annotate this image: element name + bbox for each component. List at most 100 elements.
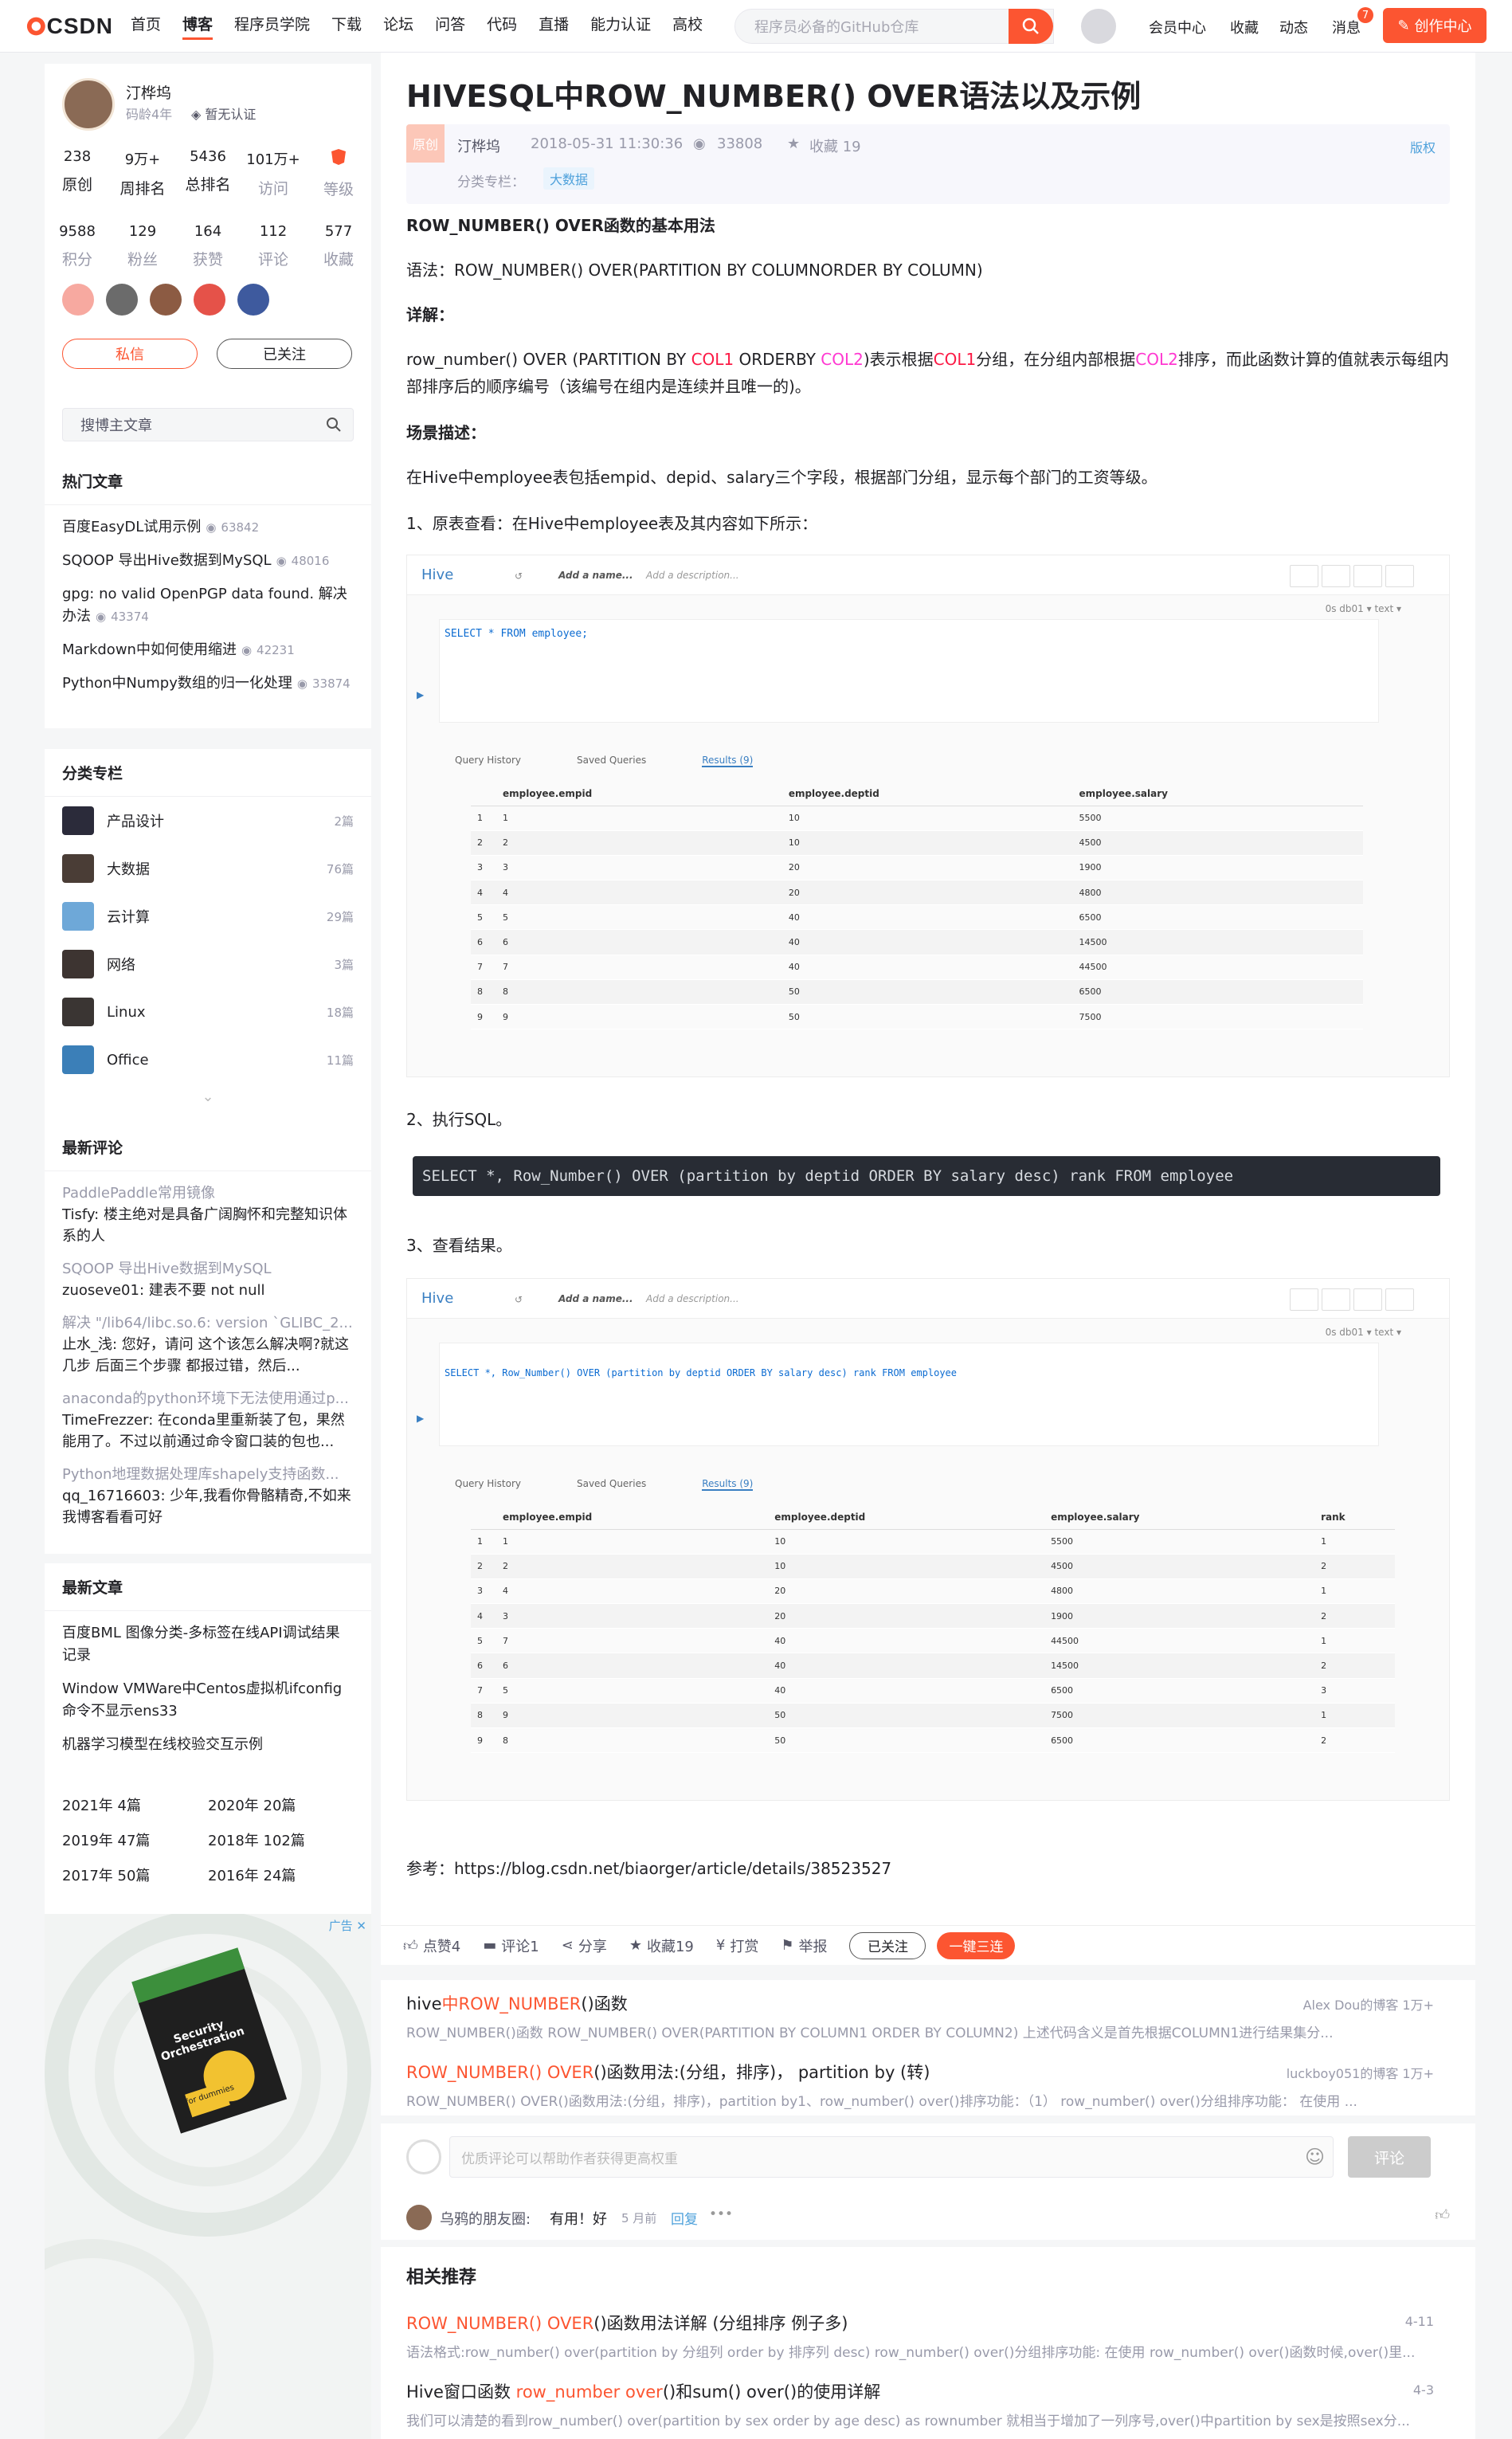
share-button[interactable]: ⋖ 分享 xyxy=(562,1935,607,1956)
nav-item-blog[interactable]: 博客 xyxy=(182,13,213,40)
hot-article-title[interactable]: 百度EasyDL试用示例 xyxy=(62,519,201,535)
nav-favorites[interactable]: 收藏 xyxy=(1230,17,1259,37)
comment-article[interactable]: PaddlePaddle常用镜像 xyxy=(62,1182,354,1204)
related-title[interactable]: hive中ROW_NUMBER()函数 xyxy=(406,1991,1450,2015)
create-center-button[interactable]: ✎ 创作中心 xyxy=(1383,8,1487,43)
csdn-app-icon[interactable] xyxy=(1081,9,1116,44)
commenter-name[interactable]: 乌鸦的朋友圈: xyxy=(440,2208,531,2229)
follow-button[interactable]: 已关注 xyxy=(217,339,352,369)
comment-item[interactable]: anaconda的python环境下无法使用通过p... TimeFrezzer:… xyxy=(45,1388,371,1453)
ad-banner[interactable]: Security Orchestration for dummies 广告 ✕ xyxy=(45,1914,371,2439)
badge-icon[interactable] xyxy=(237,284,269,316)
comment-article[interactable]: Python地理数据处理库shapely支持函数... xyxy=(62,1464,354,1485)
nav-item-download[interactable]: 下载 xyxy=(331,13,362,40)
stat-level[interactable]: 等级 xyxy=(306,148,371,199)
nav-item-qa[interactable]: 问答 xyxy=(435,13,465,40)
nav-item-cert[interactable]: 能力认证 xyxy=(590,13,651,40)
hot-article-title[interactable]: Python中Numpy数组的归一化处理 xyxy=(62,675,292,692)
recent-article-item[interactable]: 百度BML 图像分类-多标签在线API调试结果记录 xyxy=(45,1622,371,1667)
related-title[interactable]: Hive窗口函数 row_number over()和sum() over()的… xyxy=(406,2379,1450,2403)
chevron-down-icon[interactable]: ⌄ xyxy=(45,1088,371,1105)
article-favorites[interactable]: 收藏 19 xyxy=(809,135,861,156)
category-item[interactable]: 云计算 29篇 xyxy=(45,892,371,940)
comment-item[interactable]: Python地理数据处理库shapely支持函数... qq_16716603: … xyxy=(45,1464,371,1528)
category-item[interactable]: Office 11篇 xyxy=(45,1036,371,1084)
recent-article-item[interactable]: 机器学习模型在线校验交互示例 xyxy=(45,1734,371,1756)
archive-item[interactable]: 2017年 50篇 xyxy=(62,1865,208,1885)
author-name[interactable]: 汀桦坞 xyxy=(126,81,171,103)
submit-comment-button[interactable]: 评论 xyxy=(1348,2136,1431,2178)
comment-item[interactable]: SQOOP 导出Hive数据到MySQL zuoseve01: 建表不要 not … xyxy=(45,1258,371,1301)
author-avatar[interactable] xyxy=(62,78,115,131)
nav-item-academy[interactable]: 程序员学院 xyxy=(234,13,310,40)
badge-icon[interactable] xyxy=(106,284,138,316)
emoji-icon[interactable]: ☺ xyxy=(1305,2146,1325,2168)
more-icon[interactable]: ••• xyxy=(709,2206,733,2222)
nav-vip-center[interactable]: 会员中心 xyxy=(1149,17,1206,37)
report-button[interactable]: ⚑ 举报 xyxy=(781,1935,827,1956)
hot-article-title[interactable]: SQOOP 导出Hive数据到MySQL xyxy=(62,552,272,569)
hot-article-item[interactable]: SQOOP 导出Hive数据到MySQL ◉ 48016 xyxy=(45,550,371,572)
favorite-button[interactable]: ★ 收藏19 xyxy=(629,1935,694,1956)
nav-item-code[interactable]: 代码 xyxy=(487,13,517,40)
stat-week-rank[interactable]: 9万+ 周排名 xyxy=(110,148,175,199)
related-item[interactable]: ROW_NUMBER() OVER()函数用法详解 (分组排序 例子多) 4-1… xyxy=(406,2311,1450,2361)
comment-article[interactable]: SQOOP 导出Hive数据到MySQL xyxy=(62,1258,354,1280)
search-icon[interactable] xyxy=(326,417,342,433)
hot-article-item[interactable]: Python中Numpy数组的归一化处理 ◉ 33874 xyxy=(45,672,371,695)
search-input[interactable]: 程序员必备的GitHub仓库 xyxy=(734,9,1054,44)
nav-activity[interactable]: 动态 xyxy=(1279,17,1308,37)
close-icon[interactable]: ✕ xyxy=(356,1919,366,1933)
related-item[interactable]: ROW_NUMBER() OVER()函数用法:(分组，排序)， partiti… xyxy=(406,2060,1450,2110)
reference-paragraph[interactable]: 参考：https://blog.csdn.net/biaorger/articl… xyxy=(406,1855,1450,1882)
category-item[interactable]: 大数据 76篇 xyxy=(45,845,371,892)
category-icon xyxy=(62,806,94,835)
recent-article-item[interactable]: Window VMWare中Centos虚拟机ifconfig命令不显示ens3… xyxy=(45,1678,371,1723)
copyright-link[interactable]: 版权 xyxy=(1410,137,1436,156)
category-item[interactable]: 产品设计 2篇 xyxy=(45,797,371,845)
related-item[interactable]: hive中ROW_NUMBER()函数 Alex Dou的博客 1万+ ROW_… xyxy=(406,1991,1450,2041)
blog-search-input[interactable]: 搜博主文章 xyxy=(62,408,354,441)
comment-item[interactable]: 解决 "/lib64/libc.so.6: version `GLIBC_2..… xyxy=(45,1312,371,1377)
stat-total-rank[interactable]: 5436 总排名 xyxy=(175,148,241,199)
badge-icon[interactable] xyxy=(150,284,182,316)
nav-item-home[interactable]: 首页 xyxy=(131,13,161,40)
csdn-logo[interactable]: CSDN xyxy=(25,14,113,39)
hot-article-item[interactable]: gpg: no valid OpenPGP data found. 解决办法 ◉ 4… xyxy=(45,583,371,628)
category-item[interactable]: Linux 18篇 xyxy=(45,988,371,1036)
archive-item[interactable]: 2021年 4篇 xyxy=(62,1794,208,1815)
reply-link[interactable]: 回复 xyxy=(671,2208,698,2228)
nav-messages[interactable]: 消息 xyxy=(1332,17,1361,37)
comment-item[interactable]: PaddlePaddle常用镜像 Tisfy: 楼主绝对是具备广阔胸怀和完整知识体… xyxy=(45,1182,371,1247)
thumbs-up-icon[interactable]: 👍︎ xyxy=(1435,2206,1450,2224)
hot-article-title[interactable]: Markdown中如何使用缩进 xyxy=(62,641,237,658)
archive-item[interactable]: 2020年 20篇 xyxy=(208,1794,354,1815)
nav-item-forum[interactable]: 论坛 xyxy=(383,13,413,40)
hot-article-item[interactable]: 百度EasyDL试用示例 ◉ 63842 xyxy=(45,516,371,539)
commenter-avatar[interactable] xyxy=(406,2205,432,2230)
archive-item[interactable]: 2018年 102篇 xyxy=(208,1829,354,1850)
private-message-button[interactable]: 私信 xyxy=(62,339,198,369)
badge-icon[interactable] xyxy=(62,284,94,316)
search-button[interactable] xyxy=(1009,9,1053,44)
triple-action-button[interactable]: 一键三连 xyxy=(937,1931,1016,1959)
related-title[interactable]: ROW_NUMBER() OVER()函数用法详解 (分组排序 例子多) xyxy=(406,2311,1450,2335)
tip-button[interactable]: ¥ 打赏 xyxy=(716,1935,758,1956)
comment-article[interactable]: 解决 "/lib64/libc.so.6: version `GLIBC_2..… xyxy=(62,1312,354,1334)
stat-original[interactable]: 238 原创 xyxy=(45,148,110,199)
comment-input[interactable]: 优质评论可以帮助作者获得更高权重 ☺ xyxy=(449,2136,1334,2178)
nav-item-live[interactable]: 直播 xyxy=(539,13,569,40)
badge-icon[interactable] xyxy=(194,284,225,316)
like-button[interactable]: 👍︎ 点赞4 xyxy=(403,1935,460,1956)
comment-article[interactable]: anaconda的python环境下无法使用通过p... xyxy=(62,1388,354,1410)
archive-item[interactable]: 2016年 24篇 xyxy=(208,1865,354,1885)
category-item[interactable]: 网络 3篇 xyxy=(45,940,371,988)
related-item[interactable]: Hive窗口函数 row_number over()和sum() over()的… xyxy=(406,2379,1450,2429)
comment-button[interactable]: ▬ 评论1 xyxy=(483,1935,539,1956)
follow-author-button[interactable]: 已关注 xyxy=(849,1931,926,1959)
column-tag[interactable]: 大数据 xyxy=(543,167,595,190)
article-author[interactable]: 汀桦坞 xyxy=(457,135,500,156)
nav-item-college[interactable]: 高校 xyxy=(672,13,703,40)
archive-item[interactable]: 2019年 47篇 xyxy=(62,1829,208,1850)
hot-article-item[interactable]: Markdown中如何使用缩进 ◉ 42231 xyxy=(45,639,371,661)
